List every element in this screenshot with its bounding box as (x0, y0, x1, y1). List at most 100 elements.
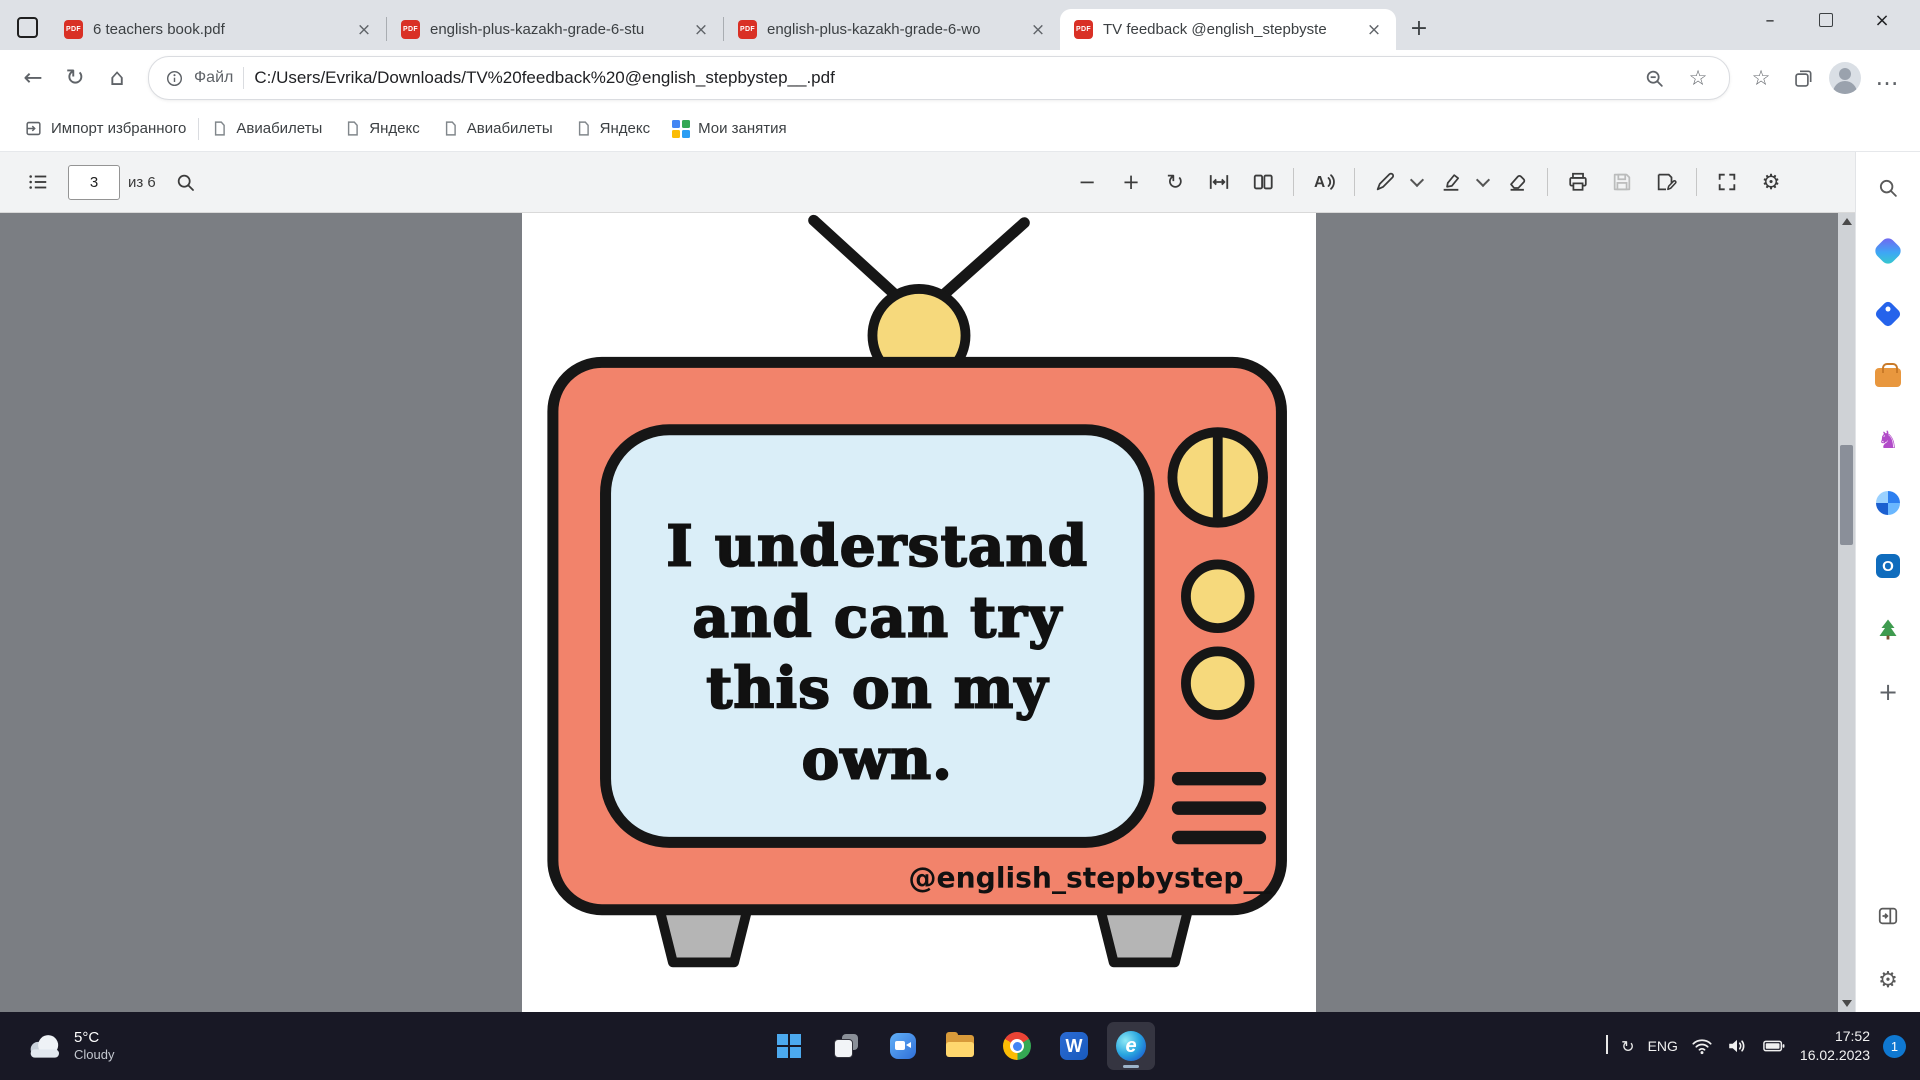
windows-logo-icon (777, 1034, 801, 1058)
chrome-icon (1003, 1032, 1031, 1060)
battery-icon[interactable] (1761, 1035, 1787, 1057)
tab-strip: PDF 6 teachers book.pdf × PDF english-pl… (0, 0, 1920, 50)
zoom-in-button[interactable]: + (1109, 160, 1153, 204)
new-tab-button[interactable]: + (1402, 11, 1436, 45)
address-bar[interactable]: Файл C:/Users/Evrika/Downloads/TV%20feed… (148, 56, 1730, 100)
bookmark-aviabilety-1[interactable]: Авиабилеты (201, 114, 332, 143)
printer-icon (1567, 171, 1589, 193)
sidebar-games-button[interactable]: ♞ (1866, 418, 1910, 462)
tab-close-icon[interactable]: × (352, 18, 376, 42)
chat-button[interactable] (879, 1022, 927, 1070)
pinwheel-icon (1876, 491, 1900, 515)
bookmark-moi-zanyatiya[interactable]: Мои занятия (662, 114, 797, 144)
sidebar-shopping-button[interactable] (1866, 292, 1910, 336)
sidebar-designer-button[interactable] (1866, 481, 1910, 525)
toc-icon (27, 171, 49, 193)
tab-title: TV feedback @english_stepbyste (1103, 21, 1352, 38)
search-icon (175, 172, 196, 193)
weather-widget[interactable]: 5°C Cloudy (14, 1025, 124, 1068)
chrome-button[interactable] (993, 1022, 1041, 1070)
refresh-button[interactable]: ↻ (54, 57, 96, 99)
tab-close-icon[interactable]: × (689, 18, 713, 42)
settings-more-button[interactable]: … (1866, 57, 1908, 99)
profile-button[interactable] (1824, 57, 1866, 99)
favorites-button[interactable]: ☆ (1740, 57, 1782, 99)
bookmark-yandex-2[interactable]: Яндекс (565, 114, 660, 143)
pdf-toolbar-center: − + ↻ (1065, 160, 1793, 204)
zoom-out-magnifier-icon (1644, 68, 1665, 89)
import-icon (24, 119, 43, 138)
zoom-out-button[interactable]: − (1065, 160, 1109, 204)
sidebar-toolbox-button[interactable] (1866, 355, 1910, 399)
sidebar-search-button[interactable] (1866, 166, 1910, 210)
search-document-button[interactable] (164, 160, 208, 204)
outlook-icon: O (1876, 554, 1900, 578)
tab-actions-button[interactable] (10, 10, 44, 44)
page-view-button[interactable] (1241, 160, 1285, 204)
draw-options-button[interactable] (1407, 160, 1429, 204)
start-button[interactable] (765, 1022, 813, 1070)
close-button[interactable]: × (1854, 0, 1910, 40)
erase-button[interactable] (1495, 160, 1539, 204)
sidebar-outlook-button[interactable]: O (1866, 544, 1910, 588)
save-as-button[interactable] (1644, 160, 1688, 204)
read-aloud-button[interactable]: A (1302, 160, 1346, 204)
minimize-button[interactable]: – (1742, 0, 1798, 40)
page-icon (575, 120, 592, 137)
highlight-options-button[interactable] (1473, 160, 1495, 204)
rotate-button[interactable]: ↻ (1153, 160, 1197, 204)
word-button[interactable]: W (1050, 1022, 1098, 1070)
tab-close-icon[interactable]: × (1362, 18, 1386, 42)
pdf-settings-button[interactable]: ⚙ (1749, 160, 1793, 204)
tab-4-active[interactable]: PDF TV feedback @english_stepbyste × (1060, 9, 1396, 50)
tab-2[interactable]: PDF english-plus-kazakh-grade-6-stu × (387, 9, 723, 50)
notification-badge[interactable]: 1 (1883, 1035, 1906, 1058)
sidebar-copilot-button[interactable] (1866, 229, 1910, 273)
scrollbar-thumb[interactable] (1840, 445, 1853, 545)
volume-icon[interactable] (1726, 1035, 1748, 1057)
draw-button[interactable] (1363, 160, 1407, 204)
scroll-up-button[interactable] (1842, 213, 1852, 230)
bookmark-yandex-1[interactable]: Яндекс (334, 114, 429, 143)
highlight-button[interactable] (1429, 160, 1473, 204)
sync-tray-button[interactable]: ↻ (1621, 1037, 1634, 1056)
save-floppy-icon (1611, 171, 1633, 193)
fit-to-width-button[interactable] (1197, 160, 1241, 204)
pdf-favicon: PDF (738, 20, 757, 39)
add-favorite-button[interactable]: ☆ (1681, 61, 1715, 95)
collections-icon (1793, 68, 1814, 89)
scrollbar-track[interactable] (1838, 230, 1855, 995)
svg-text:A: A (1314, 174, 1325, 191)
tab-3[interactable]: PDF english-plus-kazakh-grade-6-wo × (724, 9, 1060, 50)
collections-button[interactable] (1782, 57, 1824, 99)
pdf-page: I understand and can try this on my own. (522, 213, 1316, 1012)
sidebar-tree-button[interactable] (1866, 607, 1910, 651)
print-button[interactable] (1556, 160, 1600, 204)
save-button[interactable] (1600, 160, 1644, 204)
tray-expand-button[interactable] (1606, 1037, 1608, 1055)
sidebar-add-button[interactable]: + (1866, 670, 1910, 714)
zoom-indicator-button[interactable] (1637, 61, 1671, 95)
fullscreen-button[interactable] (1705, 160, 1749, 204)
import-favorites-button[interactable]: Импорт избранного (14, 113, 196, 144)
table-of-contents-button[interactable] (16, 160, 60, 204)
file-explorer-button[interactable] (936, 1022, 984, 1070)
vertical-scrollbar[interactable] (1838, 213, 1855, 1012)
back-button[interactable]: ← (12, 57, 54, 99)
tab-1[interactable]: PDF 6 teachers book.pdf × (50, 9, 386, 50)
tab-close-icon[interactable]: × (1026, 18, 1050, 42)
open-in-sidebar-icon (1877, 905, 1899, 927)
maximize-button[interactable] (1798, 0, 1854, 40)
sidebar-open-panel-button[interactable] (1866, 894, 1910, 938)
page-number-input[interactable] (68, 165, 120, 200)
wifi-icon[interactable] (1691, 1035, 1713, 1057)
edge-button[interactable]: e (1107, 1022, 1155, 1070)
home-button[interactable]: ⌂ (96, 57, 138, 99)
scroll-down-button[interactable] (1842, 995, 1852, 1012)
task-view-button[interactable] (822, 1022, 870, 1070)
shopping-tag-icon (1874, 300, 1902, 328)
bookmark-aviabilety-2[interactable]: Авиабилеты (432, 114, 563, 143)
sidebar-settings-button[interactable]: ⚙ (1866, 958, 1910, 1002)
language-indicator[interactable]: ENG (1648, 1038, 1678, 1054)
clock[interactable]: 17:52 16.02.2023 (1800, 1027, 1870, 1065)
